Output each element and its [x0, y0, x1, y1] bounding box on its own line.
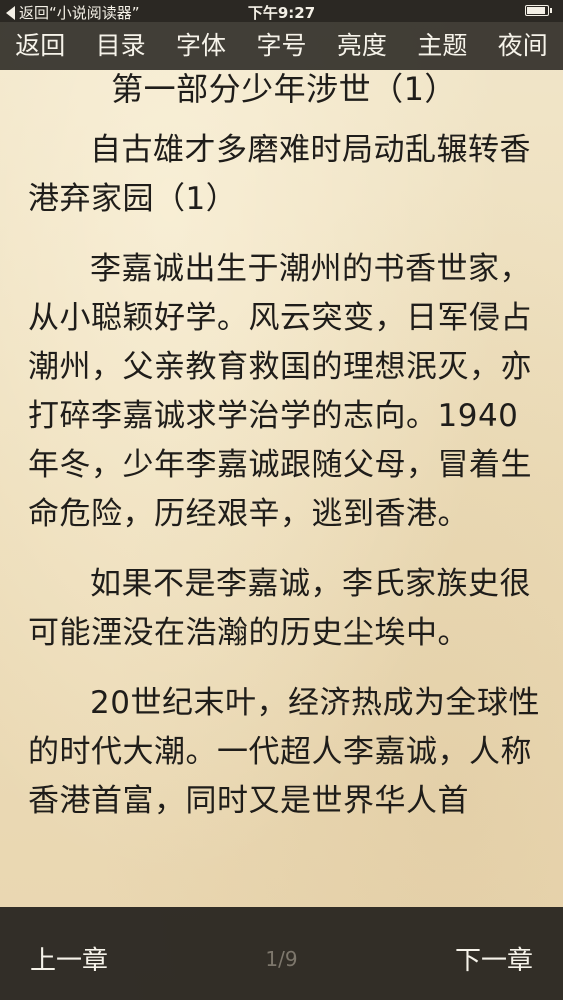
- menu-theme-button[interactable]: 主题: [413, 22, 471, 70]
- paragraph: 20世纪末叶，经济热成为全球性的时代大潮。一代超人李嘉诚，人称香港首富，同时又是…: [28, 685, 540, 819]
- menu-font-size-button[interactable]: 字号: [252, 22, 310, 70]
- top-menu: 返回 目录 字体 字号 亮度 主题 夜间: [0, 22, 563, 70]
- paragraph: 如果不是李嘉诚，李氏家族史很可能湮没在浩瀚的历史尘埃中。: [28, 566, 531, 651]
- bottom-bar: 上一章 1/9 下一章: [0, 907, 563, 1000]
- paragraph: 李嘉诚出生于潮州的书香世家，从小聪颖好学。风云突变，日军侵占潮州，父亲教育救国的…: [28, 251, 532, 532]
- paragraph: 自古雄才多磨难时局动乱辗转香港弃家园（1）: [28, 132, 531, 217]
- next-chapter-button[interactable]: 下一章: [455, 940, 533, 977]
- chapter-title: 第一部分少年涉世（1）: [111, 70, 457, 108]
- reader-page[interactable]: 返回“小说阅读器” 下午9:27 返回 目录 字体 字号 亮度 主题 夜间 第一…: [0, 0, 563, 1000]
- status-bar: 返回“小说阅读器” 下午9:27: [0, 0, 563, 22]
- menu-toc-button[interactable]: 目录: [92, 22, 150, 70]
- battery-icon: [525, 5, 552, 16]
- menu-back-button[interactable]: 返回: [11, 22, 69, 70]
- menu-night-mode-button[interactable]: 夜间: [494, 22, 552, 70]
- status-time: 下午9:27: [247, 4, 316, 22]
- menu-brightness-button[interactable]: 亮度: [333, 22, 391, 70]
- reading-content: 第一部分少年涉世（1） 自古雄才多磨难时局动乱辗转香港弃家园（1） 李嘉诚出生于…: [28, 66, 540, 847]
- menu-font-button[interactable]: 字体: [172, 22, 230, 70]
